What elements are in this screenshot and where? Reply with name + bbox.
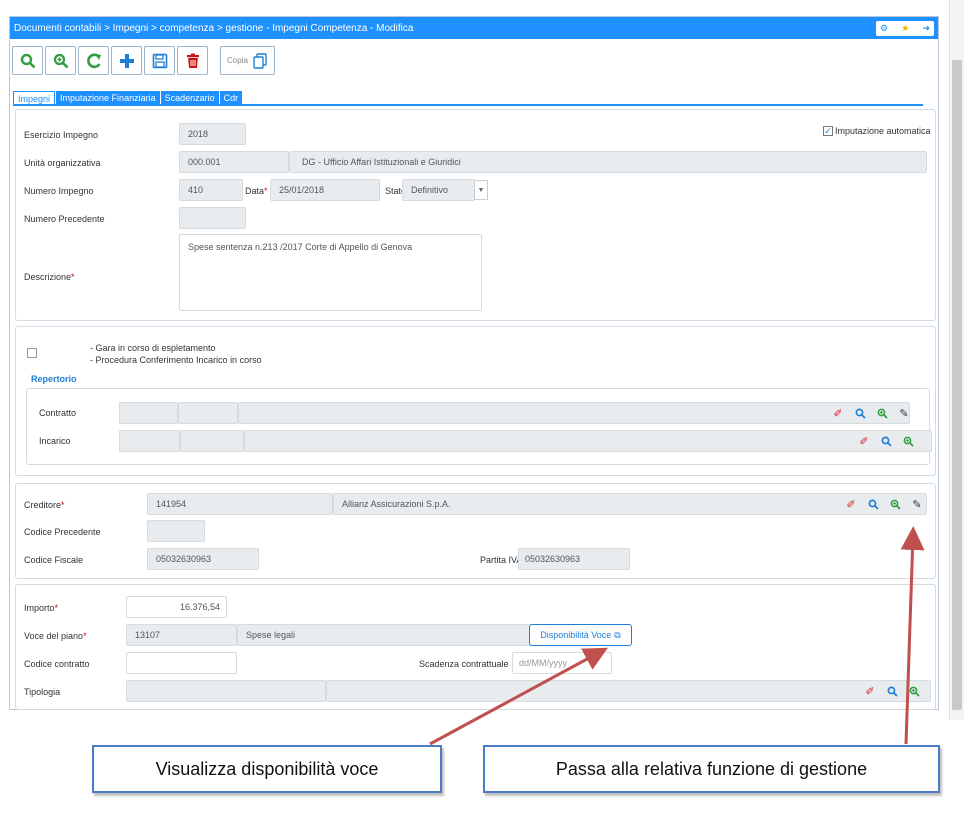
annotation-arrows xyxy=(429,526,925,746)
arrow-to-disponibilita xyxy=(429,647,608,746)
callout-passa-gestione: Passa alla relativa funzione di gestione xyxy=(483,745,940,793)
callout-visualizza-disponibilita: Visualizza disponibilità voce xyxy=(92,745,442,793)
arrow-to-edit xyxy=(900,526,925,745)
